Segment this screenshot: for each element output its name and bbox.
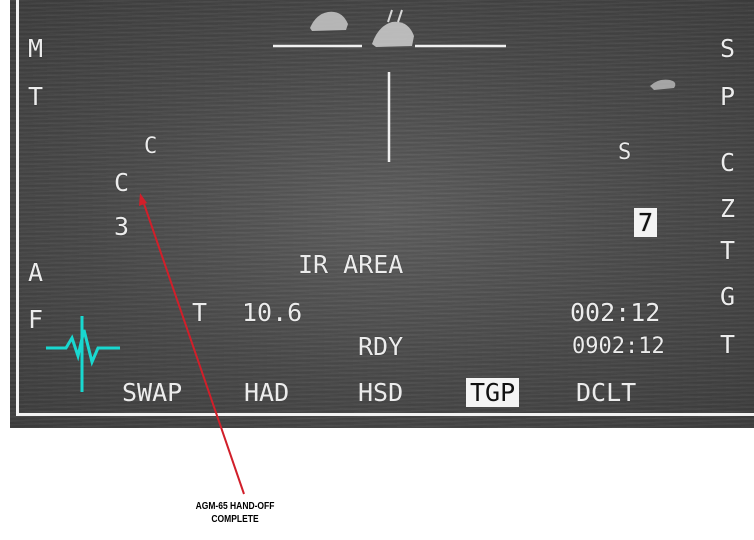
annotation-arrow-icon: [139, 193, 245, 495]
annotation-label: AGM-65 HAND-OFF COMPLETE: [35, 500, 435, 526]
annotation-line-2: COMPLETE: [211, 514, 259, 525]
annotation-arrowhead: [139, 193, 147, 206]
screenshot-root: M T A F S P C Z T G T C C 3 S 7 IR AREA …: [0, 0, 754, 540]
annotation-arrow-line: [141, 197, 245, 495]
annotation-line-1: AGM-65 HAND-OFF: [195, 501, 275, 512]
